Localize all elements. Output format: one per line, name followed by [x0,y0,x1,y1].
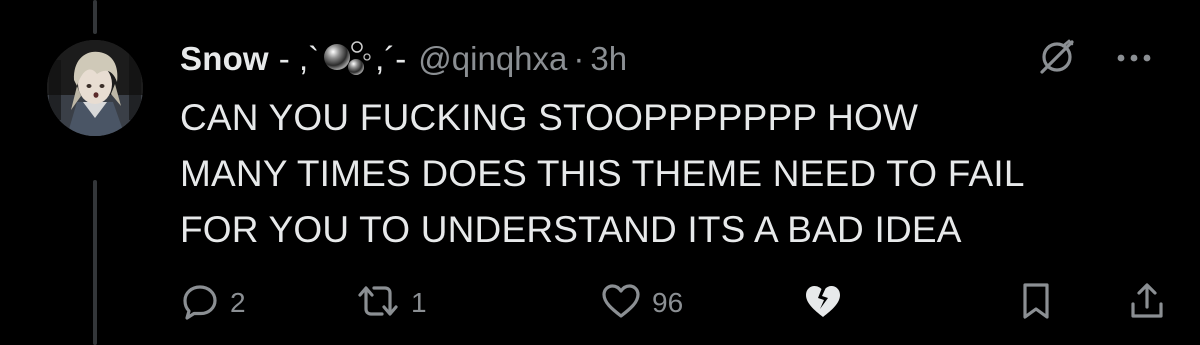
share-icon [1126,280,1168,327]
bookmark-icon [1018,280,1054,327]
like-button[interactable]: 96 [600,280,683,326]
thread-line-bottom [93,180,97,345]
name-decoration: - ,` ,´- [279,37,406,81]
display-name[interactable]: Snow [180,40,269,78]
timestamp[interactable]: 3h [590,40,627,78]
tweet-text-line: FOR YOU TO UNDERSTAND ITS A BAD IDEA [180,209,962,250]
reply-count: 2 [230,287,246,318]
tweet-text-line: MANY TIMES DOES THIS THEME NEED TO FAIL [180,153,1025,194]
heartbreak-button[interactable] [802,280,844,326]
action-bar: 2 1 96 [180,280,1170,326]
share-button[interactable] [1126,280,1168,326]
header-actions [1036,34,1152,84]
tweet-text: CAN YOU FUCKING STOOPPPPPPP HOW MANY TIM… [180,90,1170,258]
reply-button[interactable]: 2 [180,280,246,326]
heart-icon [600,281,642,326]
tweet-text-line: CAN YOU FUCKING STOOPPPPPPP HOW [180,97,919,138]
retweet-count: 1 [411,287,427,318]
bubbles-icon [324,41,371,75]
avatar[interactable] [47,40,143,136]
user-handle[interactable]: @qinqhxa [418,40,567,78]
bookmark-button[interactable] [1018,280,1054,326]
grok-icon[interactable] [1036,36,1078,83]
reply-icon [180,281,220,326]
broken-heart-icon [802,281,844,326]
more-icon[interactable] [1116,50,1152,68]
name-decor-right: ,´- [375,40,407,77]
name-decor-left: - ,` [278,40,320,77]
tweet-header: Snow - ,` ,´- @qinqhxa · 3h [180,34,1180,84]
thread-line-top [93,0,97,34]
like-count: 96 [652,287,684,318]
avatar-image [47,40,143,136]
retweet-icon [355,281,401,326]
separator-dot: · [573,40,585,77]
retweet-button[interactable]: 1 [355,280,427,326]
